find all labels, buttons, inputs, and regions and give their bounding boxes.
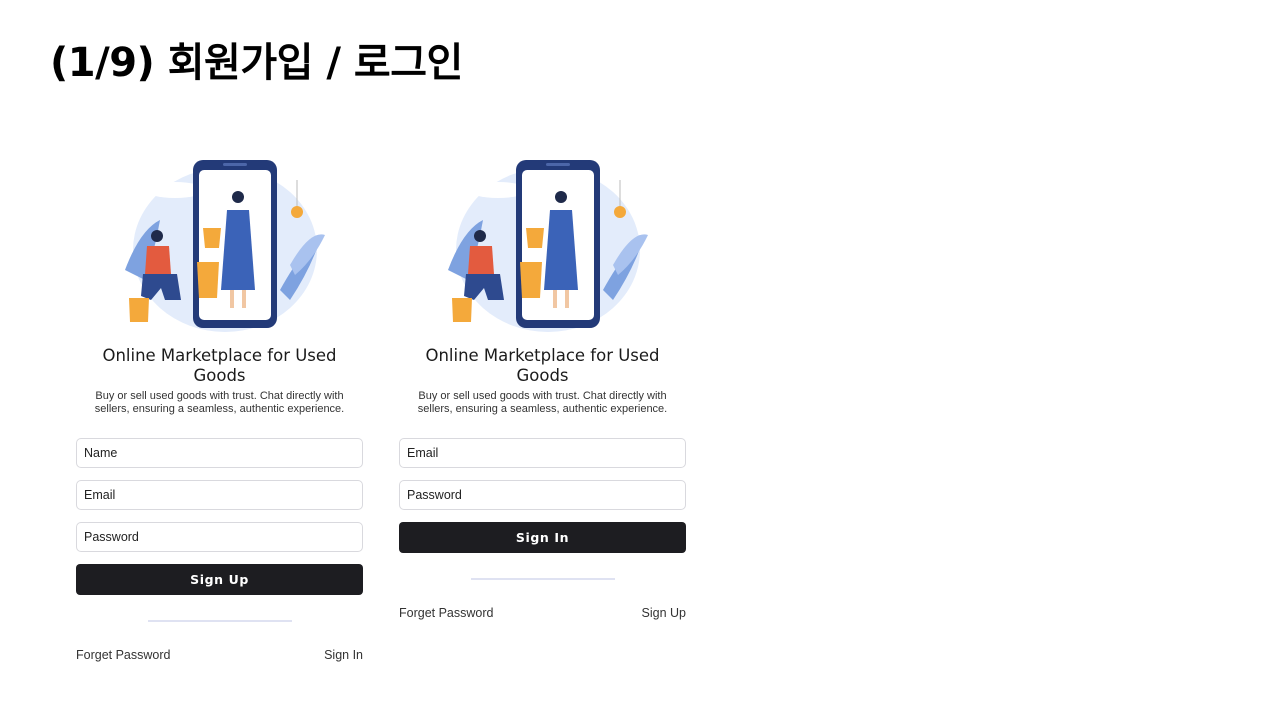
divider	[470, 578, 615, 580]
shopping-illustration	[124, 160, 325, 332]
email-input[interactable]	[399, 438, 686, 468]
sign-up-button[interactable]: Sign Up	[76, 564, 363, 595]
divider	[147, 620, 292, 622]
signin-description: Buy or sell used goods with trust. Chat …	[417, 390, 668, 415]
forgot-password-link[interactable]: Forget Password	[76, 648, 170, 662]
sign-up-link[interactable]: Sign Up	[642, 606, 686, 620]
signup-heading: Online Marketplace for Used Goods	[102, 346, 337, 385]
password-input[interactable]	[76, 522, 363, 552]
name-input[interactable]	[76, 438, 363, 468]
signin-heading: Online Marketplace for Used Goods	[425, 346, 660, 385]
sign-in-link[interactable]: Sign In	[324, 648, 363, 662]
sign-in-button[interactable]: Sign In	[399, 522, 686, 553]
shopping-illustration	[447, 160, 648, 332]
password-input[interactable]	[399, 480, 686, 510]
signup-description: Buy or sell used goods with trust. Chat …	[94, 390, 345, 415]
forgot-password-link[interactable]: Forget Password	[399, 606, 493, 620]
signup-panel: Online Marketplace for Used Goods Buy or…	[76, 150, 363, 662]
signin-panel: Online Marketplace for Used Goods Buy or…	[399, 150, 686, 620]
email-input[interactable]	[76, 480, 363, 510]
slide-title: (1/9) 회원가입 / 로그인	[50, 40, 463, 86]
